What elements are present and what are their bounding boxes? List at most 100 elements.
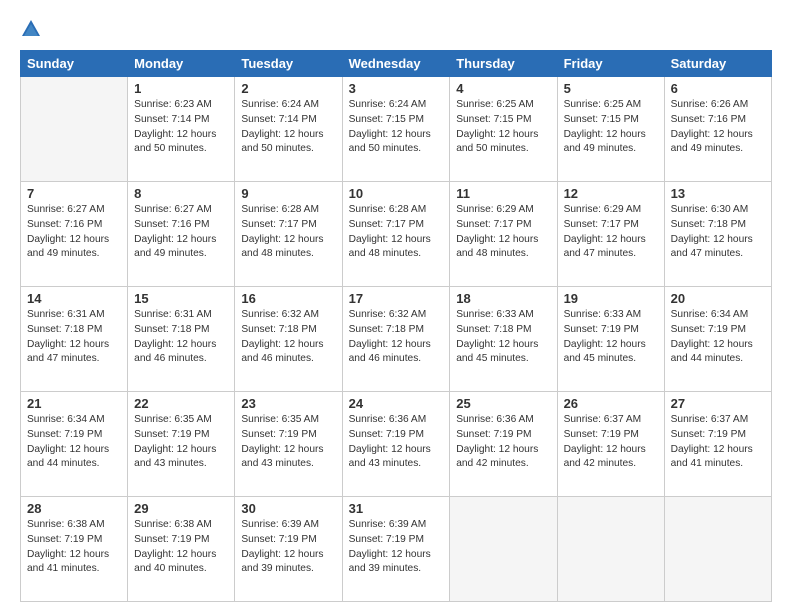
day-number: 21 bbox=[27, 396, 121, 411]
weekday-header-tuesday: Tuesday bbox=[235, 51, 342, 77]
day-info: Sunrise: 6:29 AMSunset: 7:17 PMDaylight:… bbox=[564, 203, 658, 262]
day-info: Sunrise: 6:32 AMSunset: 7:18 PMDaylight:… bbox=[349, 308, 444, 367]
weekday-header-saturday: Saturday bbox=[664, 51, 771, 77]
day-number: 15 bbox=[134, 291, 228, 306]
calendar-cell: 13 Sunrise: 6:30 AMSunset: 7:18 PMDayligh… bbox=[664, 182, 771, 287]
day-number: 4 bbox=[456, 81, 550, 96]
calendar-cell: 1 Sunrise: 6:23 AMSunset: 7:14 PMDaylight… bbox=[128, 77, 235, 182]
day-info: Sunrise: 6:23 AMSunset: 7:14 PMDaylight:… bbox=[134, 98, 228, 157]
day-number: 18 bbox=[456, 291, 550, 306]
weekday-header-monday: Monday bbox=[128, 51, 235, 77]
day-number: 7 bbox=[27, 186, 121, 201]
day-info: Sunrise: 6:35 AMSunset: 7:19 PMDaylight:… bbox=[134, 413, 228, 472]
day-info: Sunrise: 6:36 AMSunset: 7:19 PMDaylight:… bbox=[456, 413, 550, 472]
day-number: 3 bbox=[349, 81, 444, 96]
calendar-cell: 7Sunrise: 6:27 AMSunset: 7:16 PMDaylight… bbox=[21, 182, 128, 287]
day-number: 19 bbox=[564, 291, 658, 306]
day-number: 28 bbox=[27, 501, 121, 516]
day-number: 16 bbox=[241, 291, 335, 306]
day-number: 23 bbox=[241, 396, 335, 411]
day-number: 27 bbox=[671, 396, 765, 411]
day-info: Sunrise: 6:24 AMSunset: 7:15 PMDaylight:… bbox=[349, 98, 444, 157]
calendar-cell: 22 Sunrise: 6:35 AMSunset: 7:19 PMDayligh… bbox=[128, 392, 235, 497]
calendar-cell: 6 Sunrise: 6:26 AMSunset: 7:16 PMDaylight… bbox=[664, 77, 771, 182]
day-number: 5 bbox=[564, 81, 658, 96]
logo bbox=[20, 18, 46, 40]
day-info: Sunrise: 6:39 AMSunset: 7:19 PMDaylight:… bbox=[241, 518, 335, 577]
day-info: Sunrise: 6:35 AMSunset: 7:19 PMDaylight:… bbox=[241, 413, 335, 472]
day-info: Sunrise: 6:34 AMSunset: 7:19 PMDaylight:… bbox=[671, 308, 765, 367]
day-number: 20 bbox=[671, 291, 765, 306]
day-number: 13 bbox=[671, 186, 765, 201]
calendar-cell: 28Sunrise: 6:38 AMSunset: 7:19 PMDayligh… bbox=[21, 497, 128, 602]
calendar-cell: 9 Sunrise: 6:28 AMSunset: 7:17 PMDaylight… bbox=[235, 182, 342, 287]
calendar-cell: 26Sunrise: 6:37 AMSunset: 7:19 PMDayligh… bbox=[557, 392, 664, 497]
calendar-cell: 24 Sunrise: 6:36 AMSunset: 7:19 PMDayligh… bbox=[342, 392, 450, 497]
day-number: 26 bbox=[564, 396, 658, 411]
week-row-4: 21 Sunrise: 6:34 AMSunset: 7:19 PMDayligh… bbox=[21, 392, 772, 497]
day-number: 9 bbox=[241, 186, 335, 201]
weekday-header-sunday: Sunday bbox=[21, 51, 128, 77]
day-info: Sunrise: 6:36 AMSunset: 7:19 PMDaylight:… bbox=[349, 413, 444, 472]
day-number: 24 bbox=[349, 396, 444, 411]
day-info: Sunrise: 6:28 AMSunset: 7:17 PMDaylight:… bbox=[349, 203, 444, 262]
day-info: Sunrise: 6:26 AMSunset: 7:16 PMDaylight:… bbox=[671, 98, 765, 157]
calendar-cell: 3 Sunrise: 6:24 AMSunset: 7:15 PMDaylight… bbox=[342, 77, 450, 182]
weekday-header-friday: Friday bbox=[557, 51, 664, 77]
day-info: Sunrise: 6:27 AMSunset: 7:16 PMDaylight:… bbox=[134, 203, 228, 262]
calendar-cell: 21 Sunrise: 6:34 AMSunset: 7:19 PMDayligh… bbox=[21, 392, 128, 497]
day-number: 17 bbox=[349, 291, 444, 306]
day-info: Sunrise: 6:25 AMSunset: 7:15 PMDaylight:… bbox=[456, 98, 550, 157]
calendar-cell: 23 Sunrise: 6:35 AMSunset: 7:19 PMDayligh… bbox=[235, 392, 342, 497]
calendar-cell: 5Sunrise: 6:25 AMSunset: 7:15 PMDaylight… bbox=[557, 77, 664, 182]
day-number: 12 bbox=[564, 186, 658, 201]
day-number: 8 bbox=[134, 186, 228, 201]
day-info: Sunrise: 6:30 AMSunset: 7:18 PMDaylight:… bbox=[671, 203, 765, 262]
weekday-header-row: SundayMondayTuesdayWednesdayThursdayFrid… bbox=[21, 51, 772, 77]
week-row-2: 7 Sunrise: 6:27 AMSunset: 7:16 PMDaylight… bbox=[21, 182, 772, 287]
calendar-cell bbox=[557, 497, 664, 602]
weekday-header-thursday: Thursday bbox=[450, 51, 557, 77]
calendar-cell: 4 Sunrise: 6:25 AMSunset: 7:15 PMDaylight… bbox=[450, 77, 557, 182]
day-number: 6 bbox=[671, 81, 765, 96]
day-info: Sunrise: 6:37 AMSunset: 7:19 PMDaylight:… bbox=[671, 413, 765, 472]
day-info: Sunrise: 6:34 AMSunset: 7:19 PMDaylight:… bbox=[27, 413, 121, 472]
calendar-cell: 10Sunrise: 6:28 AMSunset: 7:17 PMDayligh… bbox=[342, 182, 450, 287]
day-number: 11 bbox=[456, 186, 550, 201]
day-info: Sunrise: 6:31 AMSunset: 7:18 PMDaylight:… bbox=[27, 308, 121, 367]
day-number: 29 bbox=[134, 501, 228, 516]
calendar-cell: 15Sunrise: 6:31 AMSunset: 7:18 PMDayligh… bbox=[128, 287, 235, 392]
weekday-header-wednesday: Wednesday bbox=[342, 51, 450, 77]
day-info: Sunrise: 6:39 AMSunset: 7:19 PMDaylight:… bbox=[349, 518, 444, 577]
day-info: Sunrise: 6:38 AMSunset: 7:19 PMDaylight:… bbox=[134, 518, 228, 577]
day-number: 1 bbox=[134, 81, 228, 96]
day-info: Sunrise: 6:33 AMSunset: 7:19 PMDaylight:… bbox=[564, 308, 658, 367]
calendar-cell: 8 Sunrise: 6:27 AMSunset: 7:16 PMDaylight… bbox=[128, 182, 235, 287]
day-info: Sunrise: 6:33 AMSunset: 7:18 PMDaylight:… bbox=[456, 308, 550, 367]
logo-icon bbox=[20, 18, 42, 40]
day-number: 22 bbox=[134, 396, 228, 411]
page: SundayMondayTuesdayWednesdayThursdayFrid… bbox=[0, 0, 792, 612]
day-info: Sunrise: 6:28 AMSunset: 7:17 PMDaylight:… bbox=[241, 203, 335, 262]
calendar-cell: 29 Sunrise: 6:38 AMSunset: 7:19 PMDayligh… bbox=[128, 497, 235, 602]
week-row-3: 14 Sunrise: 6:31 AMSunset: 7:18 PMDayligh… bbox=[21, 287, 772, 392]
calendar-cell bbox=[21, 77, 128, 182]
calendar-cell: 12 Sunrise: 6:29 AMSunset: 7:17 PMDayligh… bbox=[557, 182, 664, 287]
day-number: 25 bbox=[456, 396, 550, 411]
week-row-1: 1 Sunrise: 6:23 AMSunset: 7:14 PMDaylight… bbox=[21, 77, 772, 182]
calendar-cell: 14 Sunrise: 6:31 AMSunset: 7:18 PMDayligh… bbox=[21, 287, 128, 392]
week-row-5: 28 Sunrise: 6:38 AMSunset: 7:19 PMDayligh… bbox=[21, 497, 772, 602]
day-info: Sunrise: 6:32 AMSunset: 7:18 PMDaylight:… bbox=[241, 308, 335, 367]
calendar-cell: 31Sunrise: 6:39 AMSunset: 7:19 PMDayligh… bbox=[342, 497, 450, 602]
calendar-cell: 16 Sunrise: 6:32 AMSunset: 7:18 PMDayligh… bbox=[235, 287, 342, 392]
calendar-cell: 27 Sunrise: 6:37 AMSunset: 7:19 PMDayligh… bbox=[664, 392, 771, 497]
calendar-cell bbox=[450, 497, 557, 602]
calendar-cell: 2 Sunrise: 6:24 AMSunset: 7:14 PMDaylight… bbox=[235, 77, 342, 182]
day-number: 30 bbox=[241, 501, 335, 516]
day-number: 2 bbox=[241, 81, 335, 96]
day-info: Sunrise: 6:24 AMSunset: 7:14 PMDaylight:… bbox=[241, 98, 335, 157]
day-number: 14 bbox=[27, 291, 121, 306]
calendar-cell: 18 Sunrise: 6:33 AMSunset: 7:18 PMDayligh… bbox=[450, 287, 557, 392]
calendar-cell: 20 Sunrise: 6:34 AMSunset: 7:19 PMDayligh… bbox=[664, 287, 771, 392]
calendar-cell bbox=[664, 497, 771, 602]
